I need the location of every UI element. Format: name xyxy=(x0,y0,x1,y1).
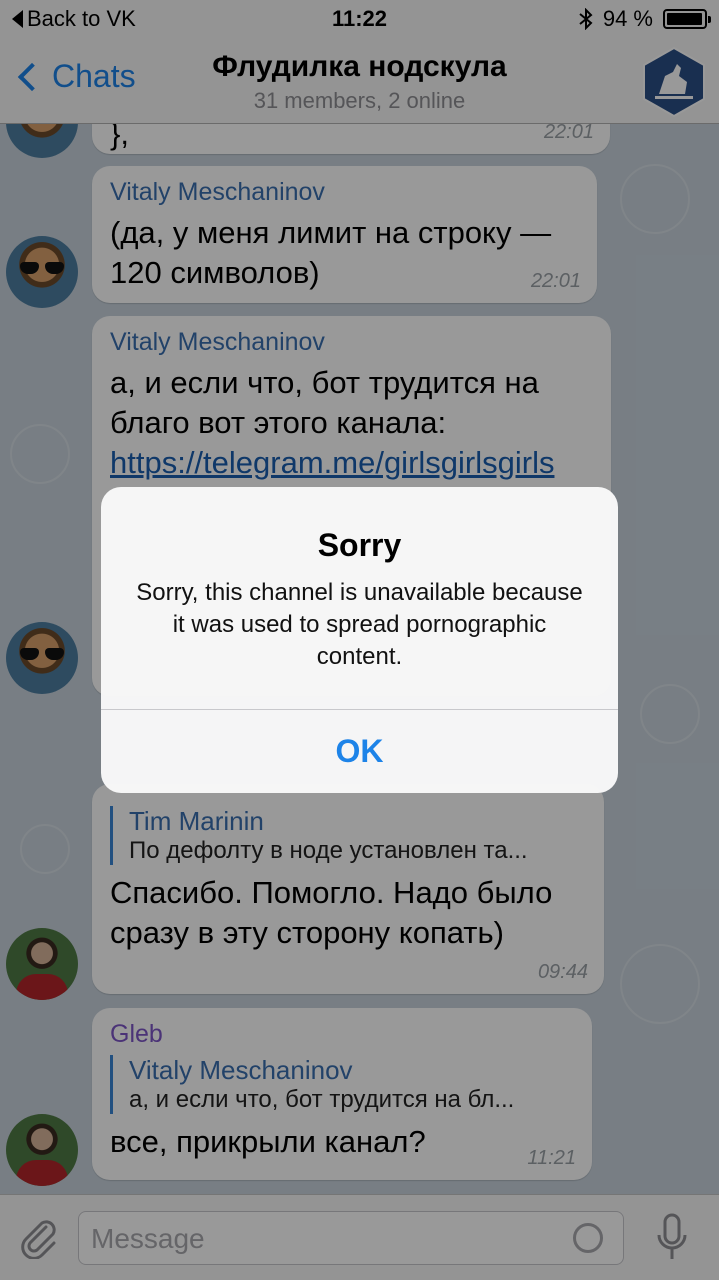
alert-message: Sorry, this channel is unavailable becau… xyxy=(136,579,583,670)
alert-title: Sorry xyxy=(317,527,402,563)
alert-dialog: Sorry Sorry, this channel is unavailable… xyxy=(101,487,618,793)
ok-button[interactable]: OK xyxy=(101,710,618,793)
